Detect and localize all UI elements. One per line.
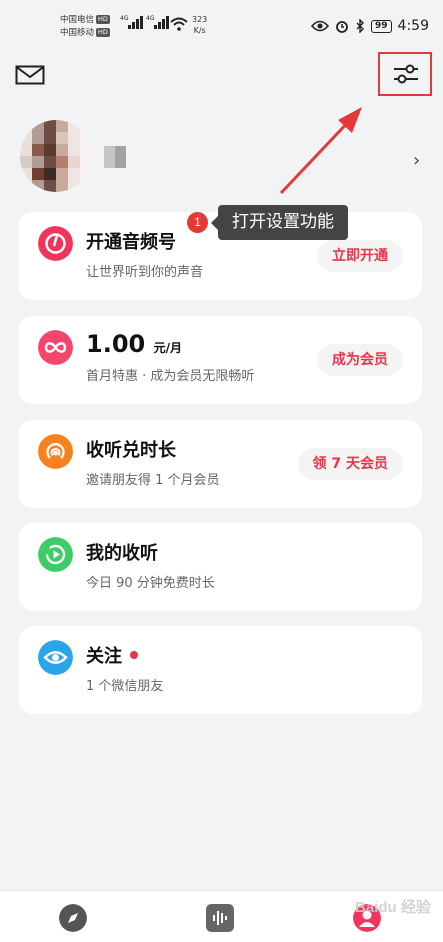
baidu-watermark: Baidu 经验: [355, 899, 431, 916]
mail-icon[interactable]: [15, 65, 45, 85]
bluetooth-icon: [356, 19, 365, 33]
network-speed: 323 K/s: [192, 14, 207, 36]
price-value: 1.00: [86, 330, 146, 358]
chevron-right-icon[interactable]: ›: [413, 150, 420, 171]
speed-unit: K/s: [193, 26, 206, 35]
new-dot: [130, 651, 138, 659]
signal-icon-2: 4G: [146, 15, 169, 29]
settings-highlight-box: [378, 52, 432, 96]
carrier-1: 中国电信: [60, 15, 95, 25]
price-unit: 元/月: [153, 341, 182, 355]
broadcast-icon: [38, 434, 73, 469]
card-subtitle: 1 个微信朋友: [86, 679, 164, 694]
battery-level: 99: [371, 19, 392, 33]
card-title: 开通音频号: [86, 232, 176, 253]
speed-value: 323: [192, 15, 208, 24]
status-right: 99 4:59: [311, 18, 429, 34]
network-type-2: 4G: [146, 15, 155, 22]
card-subtitle: 邀请朋友得 1 个月会员: [86, 473, 220, 488]
carrier-2: 中国移动: [60, 28, 95, 38]
price: 1.00 元/月: [86, 332, 182, 360]
waveform-icon[interactable]: [206, 904, 234, 932]
avatar[interactable]: [20, 120, 92, 192]
annotation-step-badge: 1: [187, 212, 208, 233]
claim-7-days-button[interactable]: 领 7 天会员: [297, 448, 403, 480]
card-title: 收听兑时长: [86, 440, 176, 461]
card-subtitle: 首月特惠 · 成为会员无限畅听: [86, 369, 255, 384]
compass-icon[interactable]: [59, 904, 87, 932]
history-play-icon: [38, 537, 73, 572]
open-now-button[interactable]: 立即开通: [317, 240, 403, 272]
alarm-icon: [336, 21, 348, 33]
wifi-icon: [170, 17, 188, 31]
membership-card[interactable]: 1.00 元/月 首月特惠 · 成为会员无限畅听 成为会员: [19, 316, 422, 404]
follow-label: 关注: [86, 646, 122, 667]
clock: 4:59: [397, 18, 429, 34]
infinity-icon: [38, 330, 73, 365]
network-type-1: 4G: [120, 15, 129, 22]
hd-badge-2: HD: [96, 28, 110, 37]
card-subtitle: 让世界听到你的声音: [86, 265, 204, 280]
audio-account-icon: [38, 226, 73, 261]
card-title: 我的收听: [86, 543, 158, 564]
sliders-settings-icon[interactable]: [393, 64, 419, 84]
become-member-button[interactable]: 成为会员: [317, 344, 403, 376]
follow-card[interactable]: 关注 1 个微信朋友: [19, 626, 422, 714]
eye-icon: [38, 640, 73, 675]
listen-for-time-card[interactable]: 收听兑时长 邀请朋友得 1 个月会员 领 7 天会员: [19, 420, 422, 508]
hd-badge-1: HD: [96, 15, 110, 24]
card-title: 关注: [86, 645, 138, 669]
annotation-tooltip: 打开设置功能: [211, 205, 348, 240]
my-listening-card[interactable]: 我的收听 今日 90 分钟免费时长: [19, 523, 422, 611]
eye-comfort-icon: [311, 20, 330, 32]
signal-icon: 4G: [120, 15, 143, 29]
carrier-info: 中国电信 HD 中国移动 HD: [60, 14, 110, 40]
card-subtitle: 今日 90 分钟免费时长: [86, 576, 215, 591]
status-bar: 中国电信 HD 中国移动 HD 4G 4G 323 K/s 99 4:59: [0, 0, 443, 48]
username-blurred: [104, 146, 126, 168]
